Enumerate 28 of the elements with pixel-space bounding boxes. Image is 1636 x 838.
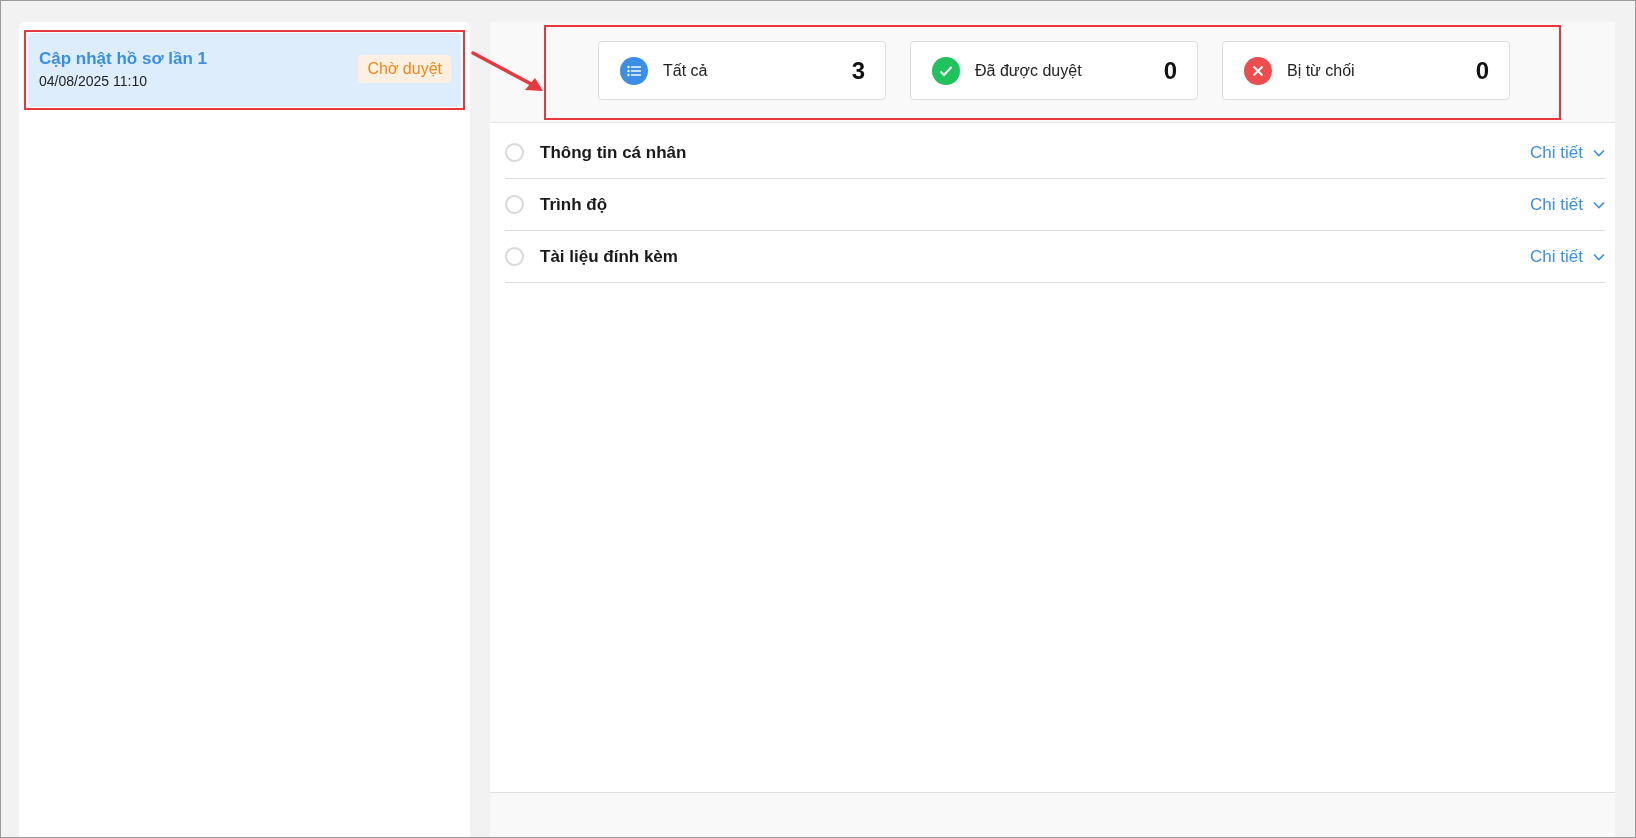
- radio-circle[interactable]: [505, 195, 524, 214]
- radio-circle[interactable]: [505, 143, 524, 162]
- summary-card[interactable]: Tất cả 3: [598, 41, 886, 100]
- request-time: 04/08/2025 11:10: [39, 73, 148, 89]
- section-title: Tài liệu đính kèm: [540, 246, 679, 267]
- chevron-icon: [1593, 148, 1605, 157]
- status-badge: Chờ duyệt: [358, 55, 451, 83]
- summary-label: Đã được duyệt: [975, 61, 1083, 80]
- summary-label: Bị từ chối: [1287, 61, 1356, 80]
- summary-card[interactable]: Bị từ chối 0: [1222, 41, 1510, 100]
- request-item[interactable]: Cập nhật hồ sơ lần 1 04/08/2025 11:10 Chờ duyệt: [28, 33, 461, 107]
- request-title: Cập nhật hồ sơ lần 1: [39, 49, 207, 69]
- summary-card[interactable]: Đã được duyệt 0: [910, 41, 1198, 100]
- section-title: Trình độ: [540, 194, 609, 215]
- summary-label: Tất cả: [663, 61, 709, 80]
- section-title: Thông tin cá nhân: [540, 142, 688, 163]
- list-icon: [620, 56, 648, 85]
- summary-count: 3: [851, 56, 865, 85]
- summary-count: 0: [1163, 56, 1177, 85]
- close-icon: [1244, 56, 1272, 85]
- detail-link[interactable]: Chi tiết: [1530, 142, 1605, 163]
- summary-count: 0: [1475, 56, 1489, 85]
- chevron-icon: [1593, 252, 1605, 261]
- radio-circle[interactable]: [505, 247, 524, 266]
- detail-link[interactable]: Chi tiết: [1530, 194, 1605, 215]
- check-icon: [932, 56, 960, 85]
- detail-link[interactable]: Chi tiết: [1530, 246, 1605, 267]
- chevron-icon: [1593, 200, 1605, 209]
